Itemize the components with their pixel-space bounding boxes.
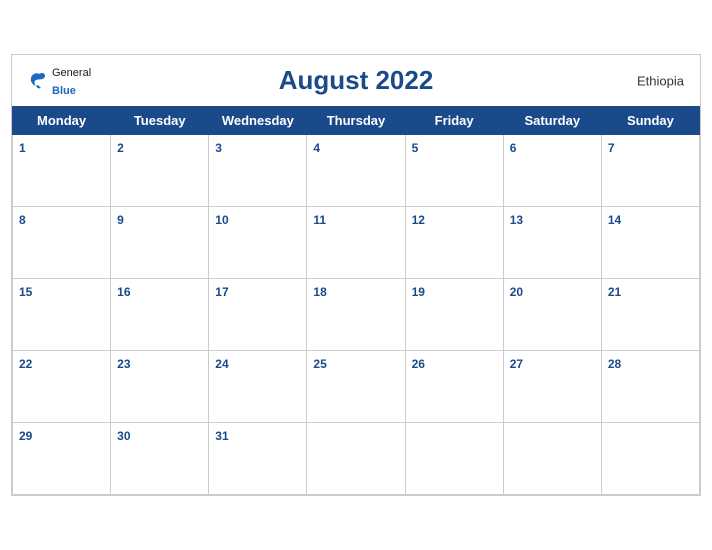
day-cell-empty bbox=[307, 423, 405, 495]
header-thursday: Thursday bbox=[307, 107, 405, 135]
calendar-title: August 2022 bbox=[279, 65, 434, 96]
day-cell-16: 16 bbox=[111, 279, 209, 351]
day-cell-empty bbox=[405, 423, 503, 495]
day-number: 6 bbox=[510, 141, 517, 155]
day-cell-5: 5 bbox=[405, 135, 503, 207]
day-cell-26: 26 bbox=[405, 351, 503, 423]
day-number: 24 bbox=[215, 357, 228, 371]
header-sunday: Sunday bbox=[601, 107, 699, 135]
header-tuesday: Tuesday bbox=[111, 107, 209, 135]
day-number: 19 bbox=[412, 285, 425, 299]
day-number: 22 bbox=[19, 357, 32, 371]
logo-text: General Blue bbox=[52, 63, 91, 99]
day-number: 11 bbox=[313, 213, 326, 227]
day-number: 30 bbox=[117, 429, 130, 443]
day-number: 2 bbox=[117, 141, 124, 155]
day-cell-14: 14 bbox=[601, 207, 699, 279]
weekday-header-row: Monday Tuesday Wednesday Thursday Friday… bbox=[13, 107, 700, 135]
day-cell-27: 27 bbox=[503, 351, 601, 423]
day-number: 29 bbox=[19, 429, 32, 443]
day-cell-24: 24 bbox=[209, 351, 307, 423]
day-number: 5 bbox=[412, 141, 419, 155]
day-number: 9 bbox=[117, 213, 124, 227]
logo-blue: Blue bbox=[52, 85, 76, 97]
day-cell-4: 4 bbox=[307, 135, 405, 207]
day-cell-12: 12 bbox=[405, 207, 503, 279]
day-number: 12 bbox=[412, 213, 425, 227]
day-cell-8: 8 bbox=[13, 207, 111, 279]
day-cell-13: 13 bbox=[503, 207, 601, 279]
day-number: 18 bbox=[313, 285, 326, 299]
week-row-1: 1 2 3 4 5 6 7 bbox=[13, 135, 700, 207]
day-cell-23: 23 bbox=[111, 351, 209, 423]
calendar-header: General Blue August 2022 Ethiopia bbox=[12, 55, 700, 106]
day-cell-6: 6 bbox=[503, 135, 601, 207]
logo-bird-icon bbox=[28, 70, 50, 92]
day-cell-17: 17 bbox=[209, 279, 307, 351]
day-cell-19: 19 bbox=[405, 279, 503, 351]
day-cell-empty bbox=[503, 423, 601, 495]
day-number: 15 bbox=[19, 285, 32, 299]
day-cell-11: 11 bbox=[307, 207, 405, 279]
day-cell-7: 7 bbox=[601, 135, 699, 207]
day-cell-2: 2 bbox=[111, 135, 209, 207]
header-wednesday: Wednesday bbox=[209, 107, 307, 135]
week-row-4: 22 23 24 25 26 27 28 bbox=[13, 351, 700, 423]
country-label: Ethiopia bbox=[637, 73, 684, 88]
day-number: 27 bbox=[510, 357, 523, 371]
day-cell-empty bbox=[601, 423, 699, 495]
day-cell-9: 9 bbox=[111, 207, 209, 279]
day-number: 20 bbox=[510, 285, 523, 299]
day-number: 10 bbox=[215, 213, 228, 227]
day-number: 4 bbox=[313, 141, 320, 155]
week-row-2: 8 9 10 11 12 13 14 bbox=[13, 207, 700, 279]
week-row-3: 15 16 17 18 19 20 21 bbox=[13, 279, 700, 351]
week-row-5: 29 30 31 bbox=[13, 423, 700, 495]
day-cell-10: 10 bbox=[209, 207, 307, 279]
day-number: 17 bbox=[215, 285, 228, 299]
day-number: 13 bbox=[510, 213, 523, 227]
day-cell-25: 25 bbox=[307, 351, 405, 423]
day-number: 31 bbox=[215, 429, 228, 443]
header-monday: Monday bbox=[13, 107, 111, 135]
day-number: 26 bbox=[412, 357, 425, 371]
day-cell-22: 22 bbox=[13, 351, 111, 423]
logo-general: General bbox=[52, 67, 91, 79]
day-cell-21: 21 bbox=[601, 279, 699, 351]
calendar-container: General Blue August 2022 Ethiopia Monday… bbox=[11, 54, 701, 496]
day-cell-29: 29 bbox=[13, 423, 111, 495]
day-cell-28: 28 bbox=[601, 351, 699, 423]
day-cell-31: 31 bbox=[209, 423, 307, 495]
day-number: 3 bbox=[215, 141, 222, 155]
day-number: 25 bbox=[313, 357, 326, 371]
header-friday: Friday bbox=[405, 107, 503, 135]
logo: General Blue bbox=[28, 63, 91, 99]
day-number: 23 bbox=[117, 357, 130, 371]
day-cell-20: 20 bbox=[503, 279, 601, 351]
day-number: 7 bbox=[608, 141, 615, 155]
day-number: 21 bbox=[608, 285, 621, 299]
day-cell-15: 15 bbox=[13, 279, 111, 351]
day-cell-30: 30 bbox=[111, 423, 209, 495]
day-cell-18: 18 bbox=[307, 279, 405, 351]
day-number: 28 bbox=[608, 357, 621, 371]
header-saturday: Saturday bbox=[503, 107, 601, 135]
day-cell-3: 3 bbox=[209, 135, 307, 207]
day-number: 1 bbox=[19, 141, 26, 155]
day-number: 16 bbox=[117, 285, 130, 299]
calendar-grid: Monday Tuesday Wednesday Thursday Friday… bbox=[12, 106, 700, 495]
day-number: 14 bbox=[608, 213, 621, 227]
day-cell-1: 1 bbox=[13, 135, 111, 207]
day-number: 8 bbox=[19, 213, 26, 227]
